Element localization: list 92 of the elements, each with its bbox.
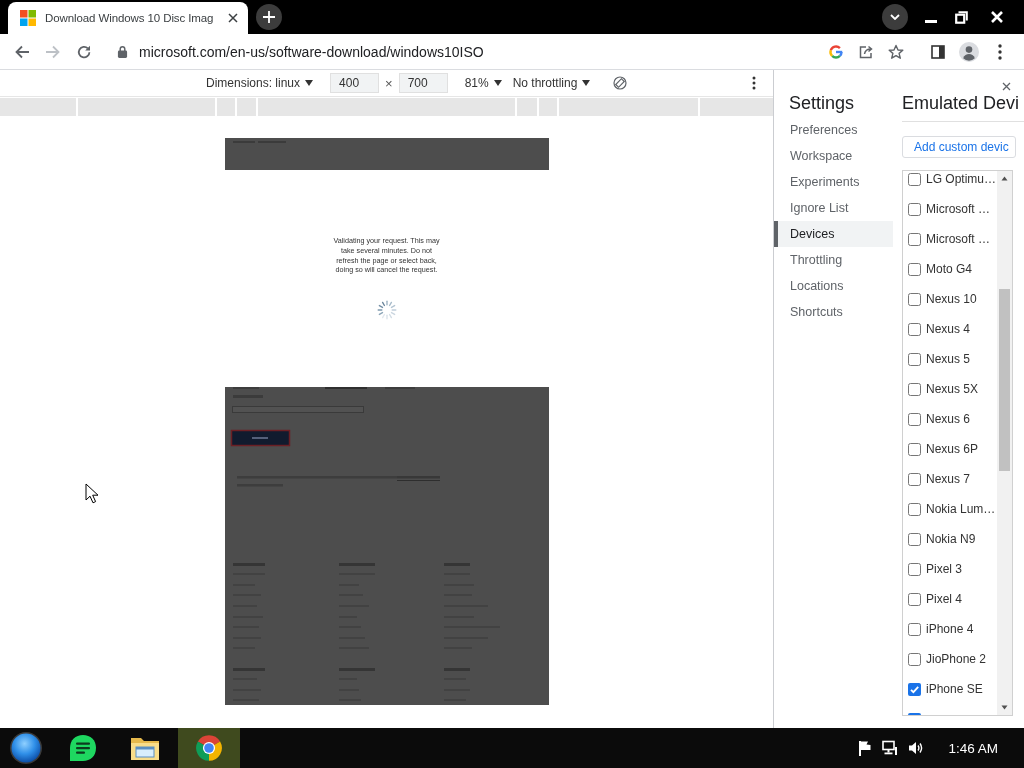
checkbox[interactable] (908, 563, 921, 576)
start-orb-icon (9, 731, 43, 765)
add-custom-device-button[interactable]: Add custom devic (902, 136, 1016, 158)
height-field[interactable]: 700 (398, 73, 448, 93)
checkbox[interactable] (908, 353, 921, 366)
kebab-menu-icon (998, 43, 1002, 60)
settings-nav-item[interactable]: Devices (774, 221, 893, 247)
checkbox-label: Nokia N9 (926, 533, 976, 546)
checkbox[interactable] (908, 473, 921, 486)
checkbox[interactable] (908, 203, 921, 216)
section-title: Emulated Devi (902, 92, 1024, 122)
checkbox-label: Nexus 5 (926, 353, 971, 366)
checkbox-label: Pixel 3 (926, 563, 963, 576)
restore-icon (954, 10, 968, 24)
close-settings-button[interactable] (1000, 80, 1012, 92)
checkbox[interactable] (908, 503, 921, 516)
volume-icon[interactable] (908, 740, 925, 756)
checkbox[interactable] (908, 653, 921, 666)
g-logo-icon (828, 43, 844, 60)
checkbox-label: iPhone SE (926, 683, 983, 696)
caret-icon (305, 80, 314, 86)
checkbox-label: Pixel 4 (926, 593, 963, 606)
checkbox[interactable] (908, 263, 921, 276)
checkbox[interactable] (908, 623, 921, 636)
chevron-down-icon (890, 14, 900, 20)
forward-arrow-icon (45, 43, 61, 60)
checkbox[interactable] (908, 533, 921, 546)
lock-icon (117, 45, 128, 58)
share-icon (858, 43, 874, 60)
checkbox[interactable] (908, 443, 921, 456)
back-arrow-icon (14, 43, 30, 60)
rotate-icon (613, 76, 628, 90)
checkbox[interactable] (908, 413, 921, 426)
network-icon[interactable] (882, 740, 899, 756)
checkbox-label: Nexus 10 (926, 293, 977, 306)
url-text: microsoft.com/en-us/software-download/windows10ISO (139, 43, 484, 60)
times-sign: × (385, 75, 393, 91)
plus-icon (263, 11, 275, 23)
checkbox-label: Microsoft … (926, 203, 990, 216)
tab-search-button[interactable] (882, 4, 908, 30)
settings-nav-item[interactable]: Shortcuts (774, 299, 893, 325)
checkbox-label: Nexus 4 (926, 323, 971, 336)
chat-bubble-icon (69, 734, 97, 762)
flag-icon[interactable] (858, 740, 873, 756)
checkbox-label: Nexus 6 (926, 413, 971, 426)
settings-title: Settings (788, 92, 856, 114)
checkbox-label: Nokia Lum… (926, 503, 996, 516)
dimensions-dropdown[interactable]: Dimensions: linux (206, 72, 314, 94)
checkbox-label: LG Optimu… (926, 173, 997, 186)
settings-nav-item[interactable]: Ignore List (774, 195, 893, 221)
checkbox[interactable] (908, 683, 921, 696)
checkbox[interactable] (908, 173, 921, 186)
star-icon (888, 43, 904, 60)
checkbox[interactable] (908, 383, 921, 396)
checkbox[interactable] (908, 233, 921, 246)
settings-nav-item[interactable]: Locations (774, 273, 893, 299)
checkbox[interactable] (908, 323, 921, 336)
loading-spinner-icon (376, 300, 397, 321)
checkbox-label: Moto G4 (926, 263, 973, 276)
checkbox-label: Nexus 7 (926, 473, 971, 486)
close-icon (1001, 81, 1011, 91)
browser-tab[interactable]: Download Windows 10 Disc Imag (8, 2, 248, 34)
caret-icon (493, 80, 502, 86)
minimize-icon (925, 19, 937, 23)
checkbox-label: JioPhone 2 (926, 653, 987, 666)
avatar-icon (959, 41, 979, 62)
browser-logo-icon (195, 734, 223, 762)
settings-nav-item[interactable]: Workspace (774, 143, 893, 169)
side-panel-icon (930, 43, 946, 60)
scrollbar[interactable] (997, 171, 1012, 715)
close-icon (991, 11, 1003, 23)
zoom-dropdown[interactable]: 81% (464, 72, 502, 94)
clock[interactable]: 1:46 AM (948, 740, 998, 756)
close-icon (228, 13, 238, 23)
windows-logo-icon (20, 10, 36, 26)
checkbox-label: Microsoft … (926, 233, 990, 246)
settings-nav-item[interactable]: Throttling (774, 247, 893, 273)
new-tab-button[interactable] (256, 4, 282, 30)
checkbox-label: Nexus 6P (926, 443, 979, 456)
checkbox[interactable] (908, 293, 921, 306)
caret-icon (582, 80, 591, 86)
checkbox[interactable] (908, 593, 921, 606)
settings-nav-item[interactable]: Preferences (774, 117, 893, 143)
checkbox-label: iPhone 4 (926, 623, 974, 636)
reload-icon (76, 43, 92, 60)
width-field[interactable]: 400 (330, 73, 380, 93)
throttling-dropdown[interactable]: No throttling (512, 72, 591, 94)
pointer-icon (85, 483, 99, 504)
checkbox-label: Nexus 5X (926, 383, 979, 396)
scrollbar-thumb[interactable] (999, 289, 1010, 471)
settings-nav-item[interactable]: Experiments (774, 169, 893, 195)
kebab-menu-icon (752, 76, 756, 90)
